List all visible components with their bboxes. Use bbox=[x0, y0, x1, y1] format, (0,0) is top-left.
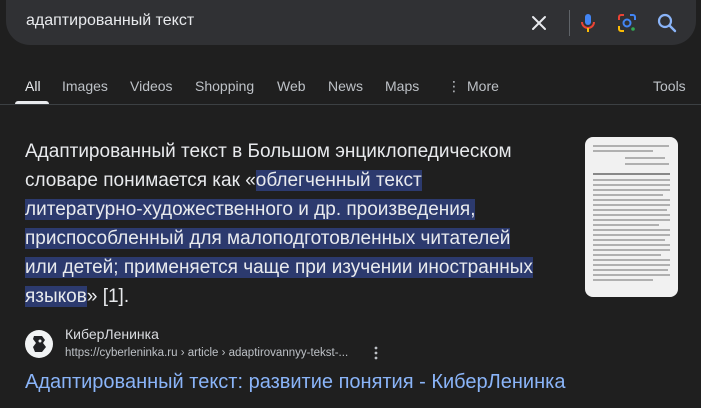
site-name: КиберЛенинка bbox=[65, 326, 159, 342]
tabs-divider bbox=[0, 104, 701, 105]
site-url: https://cyberleninka.ru › article › adap… bbox=[65, 347, 349, 359]
tab-more-label: More bbox=[467, 78, 499, 94]
tab-maps[interactable]: Maps bbox=[385, 78, 419, 94]
snippet-highlight: облегченный текст bbox=[255, 170, 422, 191]
cyberleninka-favicon-icon bbox=[25, 330, 53, 358]
tab-all[interactable]: All bbox=[25, 78, 41, 94]
tools-button[interactable]: Tools bbox=[653, 78, 686, 94]
snippet-highlight: литературно-художественного и др. произв… bbox=[25, 199, 476, 220]
tab-videos[interactable]: Videos bbox=[130, 78, 173, 94]
microphone-icon[interactable] bbox=[576, 11, 600, 35]
more-vert-icon: ⋮ bbox=[447, 78, 461, 94]
tab-shopping[interactable]: Shopping bbox=[195, 78, 254, 94]
featured-snippet-text: Адаптированный текст в Большом энциклопе… bbox=[25, 137, 565, 311]
more-options-icon[interactable] bbox=[371, 345, 381, 361]
search-input[interactable]: адаптированный текст bbox=[26, 12, 194, 30]
result-title-link[interactable]: Адаптированный текст: развитие понятия -… bbox=[25, 371, 565, 394]
search-bar[interactable]: адаптированный текст bbox=[6, 0, 696, 45]
clear-icon[interactable] bbox=[527, 11, 551, 35]
snippet-outro: » [1]. bbox=[86, 286, 130, 307]
tab-web[interactable]: Web bbox=[277, 78, 306, 94]
search-icon[interactable] bbox=[655, 11, 679, 35]
snippet-thumbnail[interactable] bbox=[585, 137, 678, 297]
snippet-highlight: языков bbox=[25, 286, 87, 307]
search-tabs: All Images Videos Shopping Web News Maps… bbox=[0, 78, 701, 104]
snippet-highlight: или детей; применяется чаще при изучении… bbox=[25, 257, 533, 278]
tab-news[interactable]: News bbox=[328, 78, 363, 94]
snippet-highlight: приспособленный для малоподготовленных ч… bbox=[25, 228, 511, 249]
google-lens-icon[interactable] bbox=[615, 11, 639, 35]
tab-more[interactable]: ⋮ More bbox=[447, 78, 499, 95]
search-bar-divider bbox=[569, 10, 570, 36]
tab-images[interactable]: Images bbox=[62, 78, 108, 94]
